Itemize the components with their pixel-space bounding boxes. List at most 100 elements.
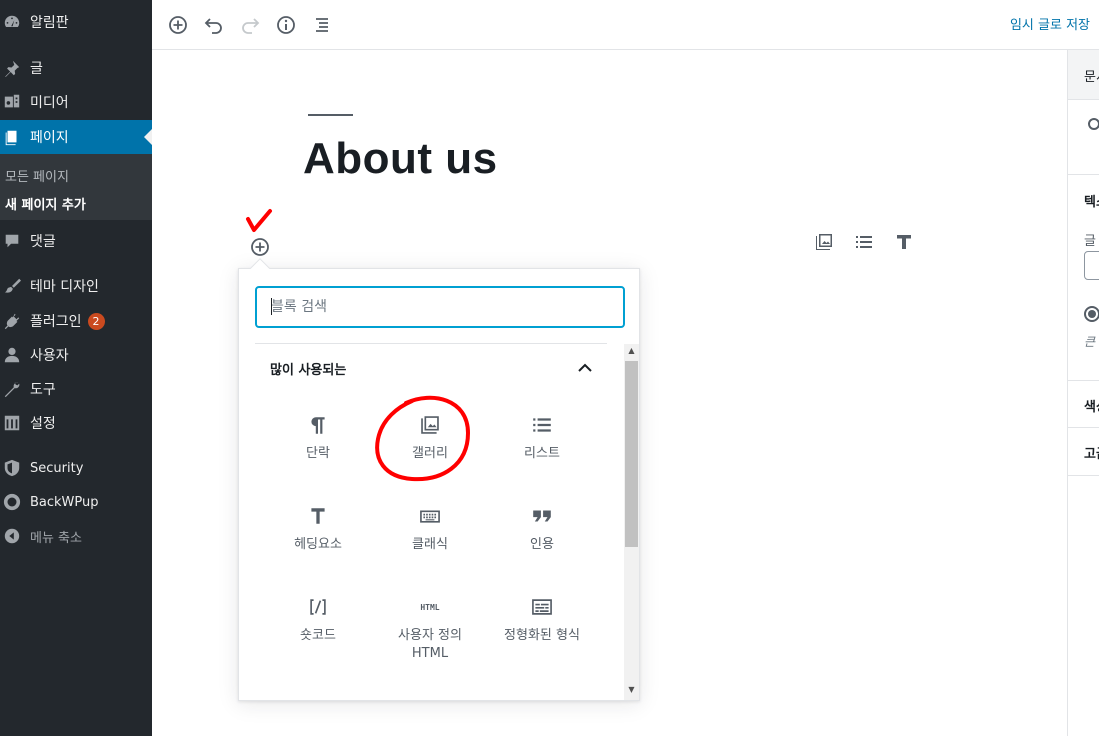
block-label: 헤딩요소 xyxy=(294,537,342,552)
user-icon xyxy=(2,345,22,365)
menu-collapse[interactable]: 메뉴 축소 xyxy=(0,519,152,553)
section-text-settings[interactable]: 텍스 xyxy=(1084,191,1099,210)
title-separator xyxy=(308,114,353,116)
divider xyxy=(1068,380,1099,381)
html-icon: HTML xyxy=(420,602,440,612)
menu-label: 글 xyxy=(30,61,43,77)
scrollbar-thumb[interactable] xyxy=(625,361,638,547)
menu-label: 설정 xyxy=(30,416,56,432)
preformatted-icon xyxy=(531,589,553,625)
add-list-button[interactable] xyxy=(853,231,875,253)
section-advanced[interactable]: 고급 xyxy=(1084,443,1099,462)
block-custom-html[interactable]: HTML 사용자 정의 HTML xyxy=(375,589,485,669)
plugin-icon xyxy=(2,311,22,331)
block-label: 인용 xyxy=(530,537,554,552)
add-heading-button[interactable] xyxy=(893,231,915,253)
block-label: 갤러리 xyxy=(412,446,448,461)
keyboard-icon xyxy=(419,498,441,534)
dropcap-toggle[interactable] xyxy=(1084,306,1099,322)
block-label: 사용자 정의 HTML xyxy=(398,628,462,661)
divider xyxy=(1068,174,1099,175)
menu-item-users[interactable]: 사용자 xyxy=(0,338,152,372)
add-image-button[interactable] xyxy=(813,231,835,253)
undo-button[interactable] xyxy=(201,12,227,38)
page-icon xyxy=(2,127,22,147)
red-check-annotation xyxy=(246,209,272,232)
list-icon xyxy=(856,236,872,248)
menu-item-comments[interactable]: 댓글 xyxy=(0,224,152,258)
menu-label: BackWPup xyxy=(30,494,99,510)
block-search-input[interactable]: 블록 검색 xyxy=(255,286,625,328)
menu-item-dashboard[interactable]: 알림판 xyxy=(0,5,152,39)
heading-icon xyxy=(307,498,329,534)
settings-icon xyxy=(2,413,22,433)
scroll-down-arrow-icon[interactable]: ▼ xyxy=(625,685,638,694)
content-structure-button[interactable] xyxy=(273,12,299,38)
panel-title-most-used[interactable]: 많이 사용되는 xyxy=(270,359,346,378)
block-list[interactable]: 리스트 xyxy=(487,407,597,487)
inline-inserter-toggle[interactable] xyxy=(250,237,270,257)
font-size-select[interactable] xyxy=(1084,251,1099,280)
block-quote[interactable]: 인용 xyxy=(487,498,597,578)
menu-item-plugins[interactable]: 플러그인 2 xyxy=(0,304,152,338)
block-label: 숏코드 xyxy=(300,628,336,643)
block-gallery[interactable]: 갤러리 xyxy=(375,407,485,487)
brush-icon xyxy=(2,276,22,296)
wrench-icon xyxy=(2,379,22,399)
section-color-settings[interactable]: 색상 xyxy=(1084,396,1099,415)
scroll-up-arrow-icon[interactable]: ▲ xyxy=(625,346,638,355)
divider xyxy=(1068,475,1099,476)
list-icon xyxy=(531,407,553,443)
font-size-label: 글 xyxy=(1084,234,1096,249)
menu-item-posts[interactable]: 글 xyxy=(0,51,152,85)
menu-item-backwpup[interactable]: BackWPup xyxy=(0,485,152,519)
menu-item-tools[interactable]: 도구 xyxy=(0,372,152,406)
admin-sidebar: 알림판 글 미디어 페이지 모든 페이지 새 페이지 추가 댓글 테마 디자인 … xyxy=(0,0,152,736)
menu-item-media[interactable]: 미디어 xyxy=(0,85,152,119)
heading-icon xyxy=(897,235,911,249)
menu-item-appearance[interactable]: 테마 디자인 xyxy=(0,269,152,303)
image-icon xyxy=(816,234,832,250)
menu-label: 사용자 xyxy=(30,348,69,364)
comment-icon xyxy=(2,231,22,251)
add-block-button[interactable] xyxy=(165,12,191,38)
menu-item-security[interactable]: Security xyxy=(0,451,152,485)
block-label: 클래식 xyxy=(412,537,448,552)
post-title[interactable]: About us xyxy=(303,134,498,184)
block-label: 리스트 xyxy=(524,446,560,461)
menu-label: 메뉴 축소 xyxy=(30,530,82,546)
gallery-icon xyxy=(419,407,441,443)
save-draft-button[interactable]: 임시 글로 저장 xyxy=(1010,14,1090,33)
redo-icon xyxy=(242,18,260,34)
submenu-all-pages[interactable]: 모든 페이지 xyxy=(5,166,69,185)
menu-label: 알림판 xyxy=(30,15,69,31)
plus-circle-icon xyxy=(169,16,187,34)
menu-label: 미디어 xyxy=(30,95,69,111)
menu-label: 테마 디자인 xyxy=(30,279,99,295)
block-classic[interactable]: 클래식 xyxy=(375,498,485,578)
submenu-add-new[interactable]: 새 페이지 추가 xyxy=(5,194,86,213)
settings-tabbar: 문서 xyxy=(1068,50,1099,100)
editor-toolbar: 임시 글로 저장 xyxy=(152,0,1099,50)
menu-label: Security xyxy=(30,460,84,476)
settings-sidebar: 문서 텍스 글 큰 색상 고급 xyxy=(1067,50,1099,736)
block-inserter-popover: 블록 검색 많이 사용되는 단락 갤러리 리스트 헤딩요소 클래식 인용 숏코드… xyxy=(238,268,640,701)
collapse-icon xyxy=(2,526,22,546)
dashboard-icon xyxy=(2,12,22,32)
info-icon xyxy=(277,16,295,34)
block-preformatted[interactable]: 정형화된 형식 xyxy=(487,589,597,669)
sidebar-option-icon xyxy=(1088,118,1099,130)
plugin-update-badge: 2 xyxy=(87,312,105,330)
undo-icon xyxy=(204,18,222,34)
menu-label: 도구 xyxy=(30,382,56,398)
menu-item-settings[interactable]: 설정 xyxy=(0,406,152,440)
block-navigation-button[interactable] xyxy=(309,12,335,38)
chevron-up-icon[interactable] xyxy=(575,359,595,377)
block-paragraph[interactable]: 단락 xyxy=(263,407,373,487)
redo-button[interactable] xyxy=(237,12,263,38)
block-shortcode[interactable]: 숏코드 xyxy=(263,589,373,669)
tab-document[interactable]: 문서 xyxy=(1084,66,1099,85)
block-label: 단락 xyxy=(306,446,330,461)
menu-item-pages[interactable]: 페이지 xyxy=(0,120,152,154)
block-heading[interactable]: 헤딩요소 xyxy=(263,498,373,578)
